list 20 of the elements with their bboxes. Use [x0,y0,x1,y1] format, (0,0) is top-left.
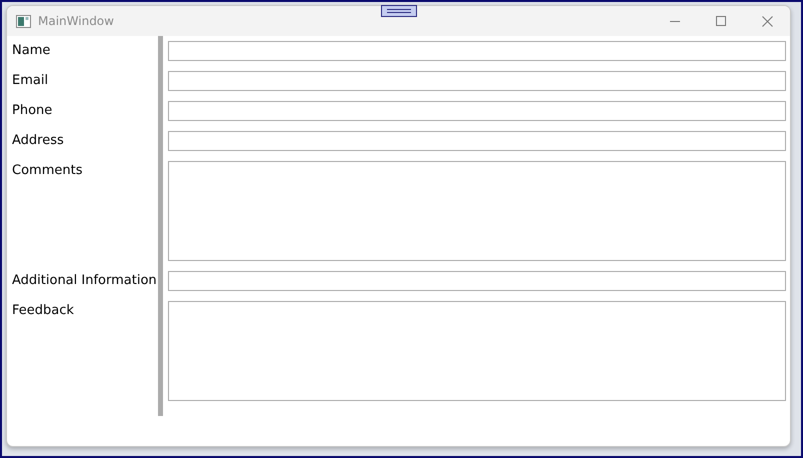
drag-handle[interactable] [381,5,417,17]
app-icon [16,14,31,28]
field-label: Phone [12,102,52,120]
field-label: Feedback [12,302,75,320]
field-label: Address [12,132,64,150]
text-field[interactable] [168,271,786,291]
field-label: Comments [12,162,84,180]
text-field[interactable] [168,71,786,91]
close-icon [762,16,772,26]
field-label: Name [12,42,50,60]
text-field[interactable] [168,131,786,151]
field-label: Email [12,72,48,90]
text-field[interactable] [168,101,786,121]
window-title: MainWindow [38,13,114,30]
text-area[interactable] [168,161,786,261]
field-label: Additional Information [12,272,157,290]
text-field[interactable] [168,41,786,61]
maximize-icon [716,16,726,26]
text-area[interactable] [168,301,786,401]
minimize-icon [670,20,680,22]
